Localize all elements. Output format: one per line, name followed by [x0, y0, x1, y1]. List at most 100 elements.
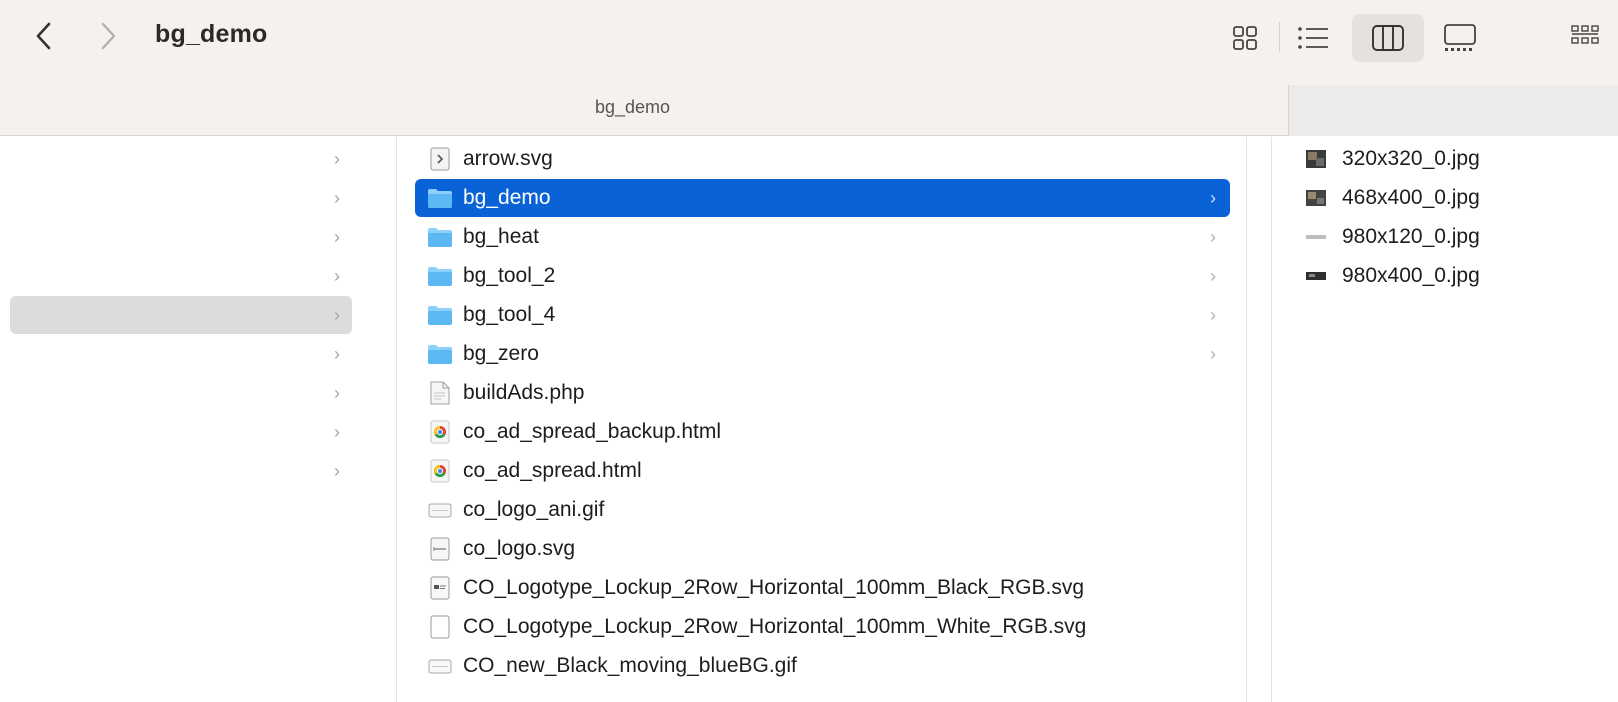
file-row[interactable]: 320x320_0.jpg [1290, 140, 1610, 178]
file-name: bg_tool_2 [463, 264, 556, 287]
chevron-right-icon [101, 22, 116, 50]
file-row[interactable]: 468x400_0.jpg [1290, 179, 1610, 217]
folder-row[interactable]: bg_tool_4 › [415, 296, 1230, 334]
file-name: co_ad_spread_backup.html [463, 420, 722, 443]
file-name: bg_heat [463, 225, 539, 248]
svg-thumbnail-icon [427, 576, 453, 600]
blank-document-icon [427, 615, 453, 639]
folder-icon [427, 225, 453, 249]
column-header-empty [1288, 85, 1618, 136]
column-parent-row[interactable]: › [10, 413, 352, 451]
column-parent-row[interactable]: › [10, 140, 352, 178]
folder-row-selected[interactable]: bg_demo › [415, 179, 1230, 217]
file-name: 320x320_0.jpg [1342, 147, 1480, 170]
column-parent-row[interactable]: › [10, 374, 352, 412]
jpg-dark-icon [1304, 265, 1328, 287]
columns-icon [1372, 25, 1404, 51]
column-view-button[interactable] [1352, 14, 1424, 62]
file-name: CO_Logotype_Lockup_2Row_Horizontal_100mm… [463, 615, 1087, 638]
file-name: co_logo_ani.gif [463, 498, 605, 521]
chevron-right-icon: › [1210, 227, 1216, 247]
group-view-button[interactable] [1560, 14, 1610, 62]
file-row[interactable]: co_ad_spread_backup.html [415, 413, 1230, 451]
gallery-icon [1444, 24, 1476, 51]
back-button[interactable] [26, 16, 62, 56]
chevron-right-icon: › [334, 187, 340, 208]
jpg-thumbnail-icon [1304, 187, 1328, 209]
sidebar-edge [0, 137, 10, 702]
column-header-bar: bg_demo [0, 72, 1618, 136]
gallery-view-button[interactable] [1427, 14, 1493, 62]
file-row[interactable]: arrow.svg [415, 140, 1230, 178]
file-row[interactable]: CO_Logotype_Lockup_2Row_Horizontal_100mm… [415, 569, 1230, 607]
chevron-right-icon: › [1210, 305, 1216, 325]
column-parent-row[interactable]: › [10, 179, 352, 217]
file-row[interactable]: co_logo_ani.gif [415, 491, 1230, 529]
column-parent: › › › › › › › › › [10, 137, 395, 702]
file-row[interactable]: buildAds.php [415, 374, 1230, 412]
svg-file-icon [427, 147, 453, 171]
file-name: CO_Logotype_Lockup_2Row_Horizontal_100mm… [463, 576, 1085, 599]
folder-row[interactable]: bg_tool_2 › [415, 257, 1230, 295]
file-name: buildAds.php [463, 381, 585, 404]
chevron-right-icon: › [334, 226, 340, 247]
php-file-icon [427, 381, 453, 405]
file-name: bg_demo [463, 186, 551, 209]
forward-button[interactable] [90, 16, 126, 56]
chevron-right-icon: › [1210, 188, 1216, 208]
chevron-right-icon: › [1210, 344, 1216, 364]
chevron-right-icon: › [334, 304, 340, 325]
column-parent-row[interactable]: › [10, 218, 352, 256]
icon-view-button[interactable] [1215, 14, 1275, 62]
chevron-right-icon: › [334, 460, 340, 481]
chevron-right-icon: › [334, 421, 340, 442]
file-row[interactable]: 980x400_0.jpg [1290, 257, 1610, 295]
file-name: 980x120_0.jpg [1342, 225, 1480, 248]
column-divider[interactable] [1246, 137, 1247, 702]
column-header-label: bg_demo [595, 97, 671, 117]
file-name: 980x400_0.jpg [1342, 264, 1480, 287]
column-parent-row[interactable]: › [10, 452, 352, 490]
chevron-right-icon: › [1210, 266, 1216, 286]
toolbar-separator [1279, 22, 1280, 52]
chevron-right-icon: › [334, 382, 340, 403]
file-name: co_logo.svg [463, 537, 576, 560]
chevron-left-icon [36, 22, 51, 50]
chrome-html-icon [427, 459, 453, 483]
file-name: arrow.svg [463, 147, 553, 170]
window-title: bg_demo [155, 20, 268, 48]
column-parent-row[interactable]: › [10, 335, 352, 373]
gif-file-icon [427, 498, 453, 522]
folder-icon [427, 264, 453, 288]
folder-icon [427, 303, 453, 327]
file-row[interactable]: 980x120_0.jpg [1290, 218, 1610, 256]
toolbar: bg_demo [0, 0, 1618, 72]
file-row[interactable]: co_ad_spread.html [415, 452, 1230, 490]
column-preview: 320x320_0.jpg 468x400_0.jpg 980x120_0.jp… [1290, 137, 1618, 702]
gif-file-icon [427, 654, 453, 678]
folder-icon [427, 186, 453, 210]
column-parent-row-selected[interactable]: › [10, 296, 352, 334]
chevron-right-icon: › [334, 343, 340, 364]
column-divider[interactable] [396, 137, 397, 702]
file-row[interactable]: CO_new_Black_moving_blueBG.gif [415, 647, 1230, 685]
chrome-html-icon [427, 420, 453, 444]
file-name: 468x400_0.jpg [1342, 186, 1480, 209]
chevron-right-icon: › [334, 148, 340, 169]
list-icon [1298, 27, 1328, 49]
file-row[interactable]: CO_Logotype_Lockup_2Row_Horizontal_100mm… [415, 608, 1230, 646]
jpg-wide-icon [1304, 226, 1328, 248]
file-name: bg_zero [463, 342, 539, 365]
folder-icon [427, 342, 453, 366]
list-view-button[interactable] [1283, 14, 1343, 62]
file-name: bg_tool_4 [463, 303, 556, 326]
file-row[interactable]: co_logo.svg [415, 530, 1230, 568]
svg-doc-icon [427, 537, 453, 561]
column-parent-row[interactable]: › [10, 257, 352, 295]
file-name: co_ad_spread.html [463, 459, 642, 482]
folder-row[interactable]: bg_heat › [415, 218, 1230, 256]
chevron-right-icon: › [334, 265, 340, 286]
folder-row[interactable]: bg_zero › [415, 335, 1230, 373]
jpg-thumbnail-icon [1304, 148, 1328, 170]
column-divider[interactable] [1271, 137, 1272, 702]
